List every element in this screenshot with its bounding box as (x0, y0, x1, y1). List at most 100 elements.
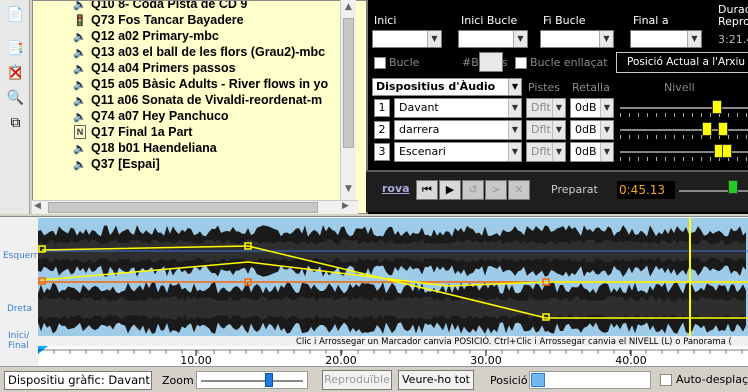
inici-field[interactable]: ▼ (372, 30, 442, 48)
time-ruler: 10.00 20.00 30.00 40.00 (38, 346, 748, 366)
prova-link[interactable]: rova (382, 182, 410, 195)
cue-list-item[interactable]: 🔈 Q12 a02 Primary-mbc (71, 28, 219, 44)
posicio-slider[interactable] (529, 371, 651, 389)
scroll-down-icon[interactable]: ▼ (342, 184, 355, 198)
stop-icon[interactable]: ✕ (508, 180, 530, 200)
speaker-icon: 🔈 (73, 62, 87, 75)
cue-list-item[interactable]: 🔈 Q15 a05 Bàsic Adults - River flows in y… (71, 76, 328, 92)
transport-slider-thumb[interactable] (728, 180, 738, 194)
rewind-icon[interactable]: ⏮ (416, 180, 438, 200)
device-number: 2 (374, 121, 390, 139)
time-display: 0:45.13 (617, 181, 675, 199)
cue-list-item[interactable]: 🔈 Q74 a07 Hey Panchuco (71, 108, 229, 124)
loop-icon[interactable]: ↺ (462, 180, 484, 200)
retalla-select[interactable]: 0dB ▼ (570, 120, 614, 140)
dropdown-arrow-icon[interactable]: ▼ (600, 143, 613, 161)
cue-list-horizontal-scrollbar[interactable]: ◀ ▶ (32, 200, 358, 214)
cue-list-item[interactable]: 🔈 Q10 8- Coda Pista de CD 9 (71, 1, 247, 12)
dropdown-arrow-icon[interactable]: ▼ (599, 31, 613, 47)
dropdown-arrow-icon[interactable]: ▼ (552, 99, 565, 117)
nivell-slider[interactable] (620, 142, 748, 162)
inici-label: Inici (374, 14, 397, 27)
retalla-select[interactable]: 0dB ▼ (570, 98, 614, 118)
cue-list-item[interactable]: 🔈 Q18 b01 Haendeliana (71, 140, 217, 156)
waveform-canvas[interactable]: Clic i Arrossegar un Marcador canvia POS… (38, 218, 748, 346)
copy-icon[interactable]: 📑 (5, 38, 26, 59)
hscroll-thumb[interactable] (48, 202, 318, 213)
cue-list-vertical-scrollbar[interactable]: ▲ ▼ (340, 0, 356, 200)
duration-value: 3:21.4 (718, 33, 748, 46)
nivell-slider-thumb[interactable] (712, 100, 722, 114)
pistes-select[interactable]: Dflt ▼ (526, 142, 566, 162)
dropdown-arrow-icon[interactable]: ▼ (513, 31, 527, 47)
device-name: Davant (399, 101, 439, 114)
speaker-icon: 🔈 (73, 158, 87, 171)
cue-list-item[interactable]: 🔈 Q37 [Espai] (71, 156, 160, 172)
zoom-slider[interactable] (196, 371, 308, 389)
dropdown-arrow-icon[interactable]: ▼ (508, 121, 521, 139)
cue-label: Q74 a07 Hey Panchuco (91, 109, 229, 123)
zoom-slider-thumb[interactable] (265, 373, 273, 387)
dropdown-arrow-icon[interactable]: ▼ (552, 143, 565, 161)
bucle-checkbox[interactable] (374, 57, 386, 69)
forward-icon[interactable]: > (485, 180, 507, 200)
posicio-slider-thumb[interactable] (531, 373, 545, 387)
scroll-up-icon[interactable]: ▲ (342, 2, 355, 16)
cue-list-item[interactable]: 🚦 Q73 Fos Tancar Bayadere (71, 12, 243, 28)
waveform-hint: Clic i Arrossegar un Marcador canvia POS… (296, 335, 732, 346)
bucle-enllacat-checkbox[interactable] (515, 57, 527, 69)
nivell-slider-thumb[interactable] (702, 122, 712, 136)
dropdown-arrow-icon[interactable]: ▼ (508, 99, 521, 117)
retalla-value: 0dB (575, 145, 597, 158)
device-select[interactable]: Escenari ▼ (394, 142, 522, 162)
reproduible-button[interactable]: Reproduïble (322, 370, 392, 390)
fi-bucle-field[interactable]: ▼ (540, 30, 614, 48)
scroll-right-icon[interactable]: ▶ (342, 201, 354, 213)
dropdown-arrow-icon[interactable]: ▼ (600, 99, 613, 117)
device-select[interactable]: Davant ▼ (394, 98, 522, 118)
bucle-enllacat-label: Bucle enllaçat (530, 56, 608, 69)
cue-label: Q37 [Espai] (91, 157, 160, 171)
nivell-slider-thumb[interactable] (722, 144, 732, 158)
auto-desplacament-checkbox[interactable] (660, 374, 672, 386)
play-icon[interactable]: ▶ (439, 180, 461, 200)
dropdown-arrow-icon[interactable]: ▼ (687, 31, 701, 47)
dropdown-arrow-icon[interactable]: ▼ (508, 143, 521, 161)
cue-list-item[interactable]: 🔈 Q14 a04 Primers passos (71, 60, 235, 76)
scroll-left-icon[interactable]: ◀ (34, 201, 46, 213)
renumber-icon[interactable]: ⧉ (5, 112, 26, 133)
auto-desplacament-label: Auto-desplaçar (676, 373, 748, 386)
speaker-icon: 🔈 (73, 94, 87, 107)
device-number: 3 (374, 143, 390, 161)
num-bucles-field[interactable] (479, 52, 503, 72)
veure-tot-button[interactable]: Veure-ho tot (398, 370, 474, 390)
retalla-select[interactable]: 0dB ▼ (570, 142, 614, 162)
pistes-value: Dflt (531, 145, 551, 158)
final-a-field[interactable]: ▼ (630, 30, 702, 48)
scroll-thumb[interactable] (343, 18, 354, 148)
copy-icon[interactable]: 📄 (5, 4, 26, 25)
cue-list-item[interactable]: 🔈 Q11 a06 Sonata de Vivaldi-reordenat-m (71, 92, 322, 108)
zoom-slider-track (201, 380, 303, 382)
dropdown-arrow-icon[interactable]: ▼ (552, 121, 565, 139)
dropdown-arrow-icon[interactable]: ▼ (600, 121, 613, 139)
posicio-actual-button[interactable]: Posició Actual a l'Arxiu (616, 52, 748, 73)
cue-label: Q11 a06 Sonata de Vivaldi-reordenat-m (91, 93, 323, 107)
inici-bucle-field[interactable]: ▼ (458, 30, 528, 48)
pistes-select[interactable]: Dflt ▼ (526, 98, 566, 118)
search-icon[interactable]: 🔍 (5, 87, 26, 108)
device-graphic-label: Dispositiu gràfic: Davant (4, 371, 152, 390)
cue-label: Q18 b01 Haendeliana (91, 141, 217, 155)
cue-list-item[interactable]: N Q17 Final 1a Part (71, 124, 192, 140)
device-select[interactable]: darrera ▼ (394, 120, 522, 140)
dropdown-arrow-icon[interactable]: ▼ (508, 79, 521, 95)
dispositius-header-combo[interactable]: Dispositius d'Àudio ▼ (372, 78, 522, 96)
nivell-slider[interactable] (620, 120, 748, 140)
pistes-select[interactable]: Dflt ▼ (526, 120, 566, 140)
zoom-label: Zoom (162, 374, 194, 387)
dropdown-arrow-icon[interactable]: ▼ (427, 31, 441, 47)
delete-x-icon[interactable]: ✕ (5, 63, 26, 84)
nivell-slider-thumb[interactable] (718, 122, 728, 136)
nivell-slider[interactable] (620, 98, 748, 118)
cue-list-item[interactable]: 🔈 Q13 a03 el ball de les flors (Grau2)-mb… (71, 44, 325, 60)
